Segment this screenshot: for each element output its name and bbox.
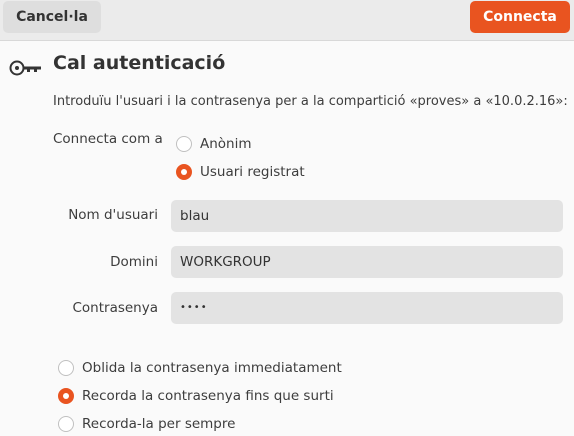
password-label: Contrasenya	[72, 300, 158, 316]
radio-forget-immediately-label: Oblida la contrasenya immediatament	[82, 360, 342, 376]
radio-anonymous-label: Anònim	[200, 136, 252, 152]
radio-registered-user-label: Usuari registrat	[200, 164, 305, 180]
password-field[interactable]: ••••	[171, 292, 563, 324]
domain-label: Domini	[110, 254, 158, 270]
radio-button-unchecked[interactable]	[176, 136, 192, 152]
cancel-button[interactable]: Cancel·la	[3, 1, 101, 33]
connect-button[interactable]: Connecta	[470, 1, 570, 33]
username-label: Nom d'usuari	[68, 207, 158, 223]
radio-remember-forever-label: Recorda-la per sempre	[82, 416, 236, 432]
radio-button-checked[interactable]	[176, 164, 192, 180]
radio-registered-user[interactable]: Usuari registrat	[176, 164, 305, 180]
dialog-title: Cal autenticació	[53, 52, 226, 74]
header-bar: Cancel·la Connecta	[0, 0, 574, 41]
radio-button-checked[interactable]	[58, 388, 74, 404]
key-icon	[9, 60, 41, 76]
domain-field[interactable]: WORKGROUP	[171, 246, 563, 278]
connect-as-label: Connecta com a	[53, 131, 163, 147]
radio-forget-immediately[interactable]: Oblida la contrasenya immediatament	[58, 360, 342, 376]
radio-anonymous[interactable]: Anònim	[176, 136, 252, 152]
radio-remember-until-logout-label: Recorda la contrasenya fins que surti	[82, 388, 334, 404]
username-field[interactable]: blau	[171, 200, 563, 232]
radio-button-unchecked[interactable]	[58, 360, 74, 376]
dialog-description: Introduïu l'usuari i la contrasenya per …	[53, 94, 568, 109]
radio-remember-until-logout[interactable]: Recorda la contrasenya fins que surti	[58, 388, 334, 404]
radio-button-unchecked[interactable]	[58, 416, 74, 432]
radio-remember-forever[interactable]: Recorda-la per sempre	[58, 416, 235, 432]
